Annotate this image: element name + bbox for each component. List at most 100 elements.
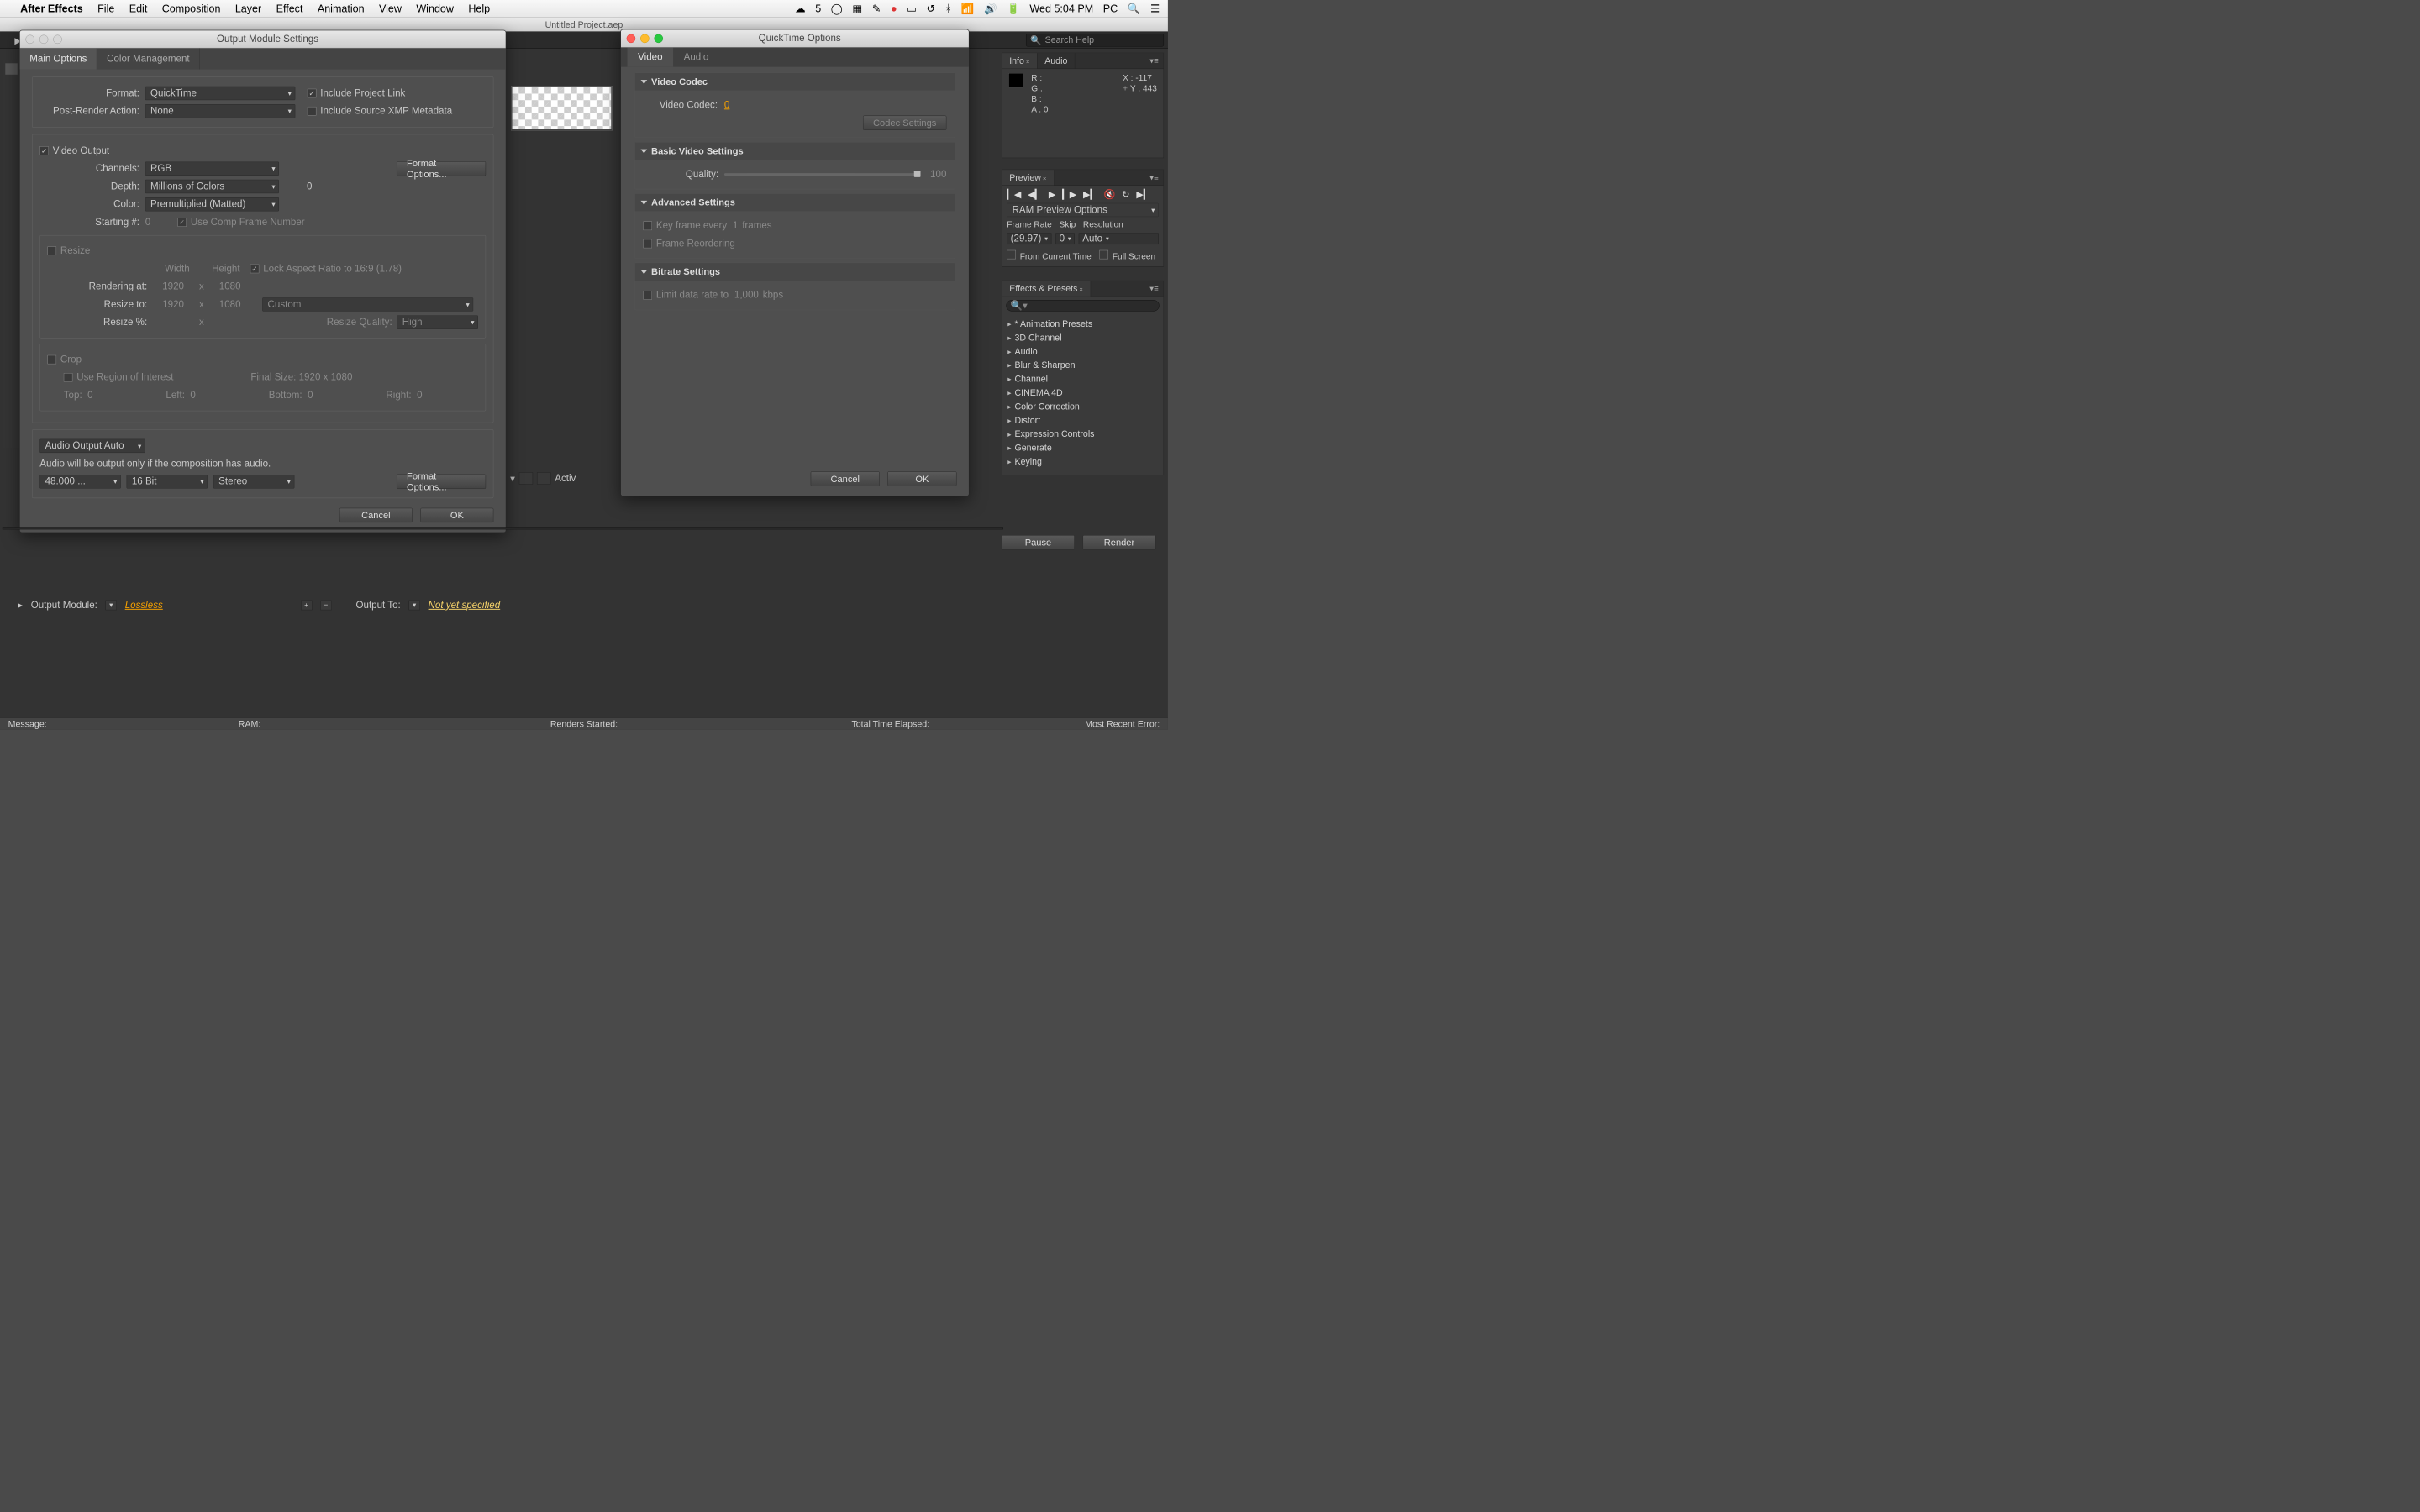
tab-audio[interactable]: Audio <box>1038 53 1076 68</box>
prev-frame-icon[interactable]: ◀▎ <box>1028 189 1042 200</box>
menu-view[interactable]: View <box>379 3 402 15</box>
effects-search[interactable]: 🔍▾ <box>1006 300 1159 312</box>
menu-effect[interactable]: Effect <box>276 3 303 15</box>
close-icon[interactable] <box>25 34 34 44</box>
codec-settings-button[interactable]: Codec Settings <box>863 116 946 130</box>
channels-select[interactable]: RGB <box>145 162 279 176</box>
post-render-select[interactable]: None <box>145 104 296 118</box>
minimize-icon[interactable] <box>39 34 49 44</box>
keyframe-checkbox[interactable] <box>643 221 652 230</box>
panel-menu-icon[interactable]: ▾≡ <box>1145 53 1164 68</box>
close-icon[interactable]: × <box>1079 286 1083 293</box>
record-icon[interactable]: ● <box>891 3 897 15</box>
qt-tab-audio[interactable]: Audio <box>673 47 719 66</box>
battery-icon[interactable]: 🔋 <box>1007 3 1020 15</box>
panel-menu-icon[interactable]: ▾≡ <box>1145 281 1164 296</box>
fx-item[interactable]: ▸* Animation Presets <box>1002 317 1164 330</box>
collapse-icon[interactable] <box>641 149 648 153</box>
search-help[interactable]: 🔍 Search Help <box>1026 34 1164 46</box>
display-icon[interactable]: ▭ <box>907 3 917 15</box>
quality-value[interactable]: 100 <box>930 169 946 181</box>
from-current-checkbox[interactable] <box>1007 250 1016 260</box>
add-button[interactable]: + <box>301 600 313 610</box>
ok-button[interactable]: OK <box>420 508 493 522</box>
notification-badge[interactable]: 5 <box>815 3 821 15</box>
spotlight-icon[interactable]: 🔍 <box>1128 3 1141 15</box>
zoom-icon[interactable] <box>53 34 62 44</box>
close-icon[interactable]: × <box>1043 175 1047 181</box>
output-to-value[interactable]: Not yet specified <box>429 600 501 612</box>
fx-item[interactable]: ▸CINEMA 4D <box>1002 386 1164 399</box>
ram-preview-select[interactable]: RAM Preview Options <box>1007 203 1158 217</box>
first-frame-icon[interactable]: ▎◀ <box>1007 189 1021 200</box>
starting-value[interactable]: 0 <box>145 217 178 228</box>
menu-edit[interactable]: Edit <box>129 3 148 15</box>
bluetooth-icon[interactable]: ᚼ <box>945 3 952 15</box>
volume-icon[interactable]: 🔊 <box>984 3 997 15</box>
depth-select[interactable]: Millions of Colors <box>145 180 279 193</box>
output-module-value[interactable]: Lossless <box>125 600 163 612</box>
fx-item[interactable]: ▸Distort <box>1002 413 1164 427</box>
limit-bitrate-checkbox[interactable] <box>643 291 652 300</box>
expand-icon[interactable]: ▸ <box>18 599 23 611</box>
video-output-checkbox[interactable]: ✓ <box>39 146 49 155</box>
app-name[interactable]: After Effects <box>20 3 83 15</box>
dialog-titlebar[interactable]: Output Module Settings <box>20 30 506 48</box>
clock[interactable]: Wed 5:04 PM <box>1029 3 1093 15</box>
tab-info[interactable]: Info× <box>1002 53 1038 68</box>
resize-checkbox[interactable] <box>47 246 56 255</box>
audio-output-select[interactable]: Audio Output Auto <box>39 439 145 453</box>
cancel-button[interactable]: Cancel <box>339 508 413 522</box>
sync-icon[interactable]: ↺ <box>927 3 936 15</box>
dialog-titlebar[interactable]: QuickTime Options <box>621 29 969 47</box>
menu-window[interactable]: Window <box>416 3 454 15</box>
dropdown-icon[interactable]: ▾ <box>106 600 118 610</box>
fx-item[interactable]: ▸Blur & Sharpen <box>1002 359 1164 372</box>
dropdown-icon[interactable]: ▾ <box>408 600 420 610</box>
loop-icon[interactable]: ↻ <box>1122 189 1129 200</box>
ram-preview-icon[interactable]: ▶▎ <box>1136 189 1150 200</box>
quality-slider[interactable] <box>724 173 918 176</box>
menu-composition[interactable]: Composition <box>162 3 221 15</box>
fx-item[interactable]: ▸Expression Controls <box>1002 428 1164 441</box>
framerate-select[interactable]: (29.97) <box>1007 233 1051 244</box>
play-icon[interactable]: ▶ <box>1049 189 1056 200</box>
color-select[interactable]: Premultiplied (Matted) <box>145 197 279 211</box>
app-icon[interactable]: ▦ <box>852 3 862 15</box>
qt-tab-video[interactable]: Video <box>628 47 674 66</box>
audio-rate-select[interactable]: 48.000 ... <box>39 475 121 488</box>
remove-button[interactable]: − <box>320 600 332 610</box>
codec-value[interactable]: 0 <box>724 99 729 111</box>
last-frame-icon[interactable]: ▶▎ <box>1083 189 1097 200</box>
qt-cancel-button[interactable]: Cancel <box>811 471 880 486</box>
close-icon[interactable]: × <box>1026 58 1030 65</box>
resize-quality-select[interactable]: High <box>397 315 478 328</box>
fx-item[interactable]: ▸3D Channel <box>1002 331 1164 344</box>
resolution-select[interactable]: Auto <box>1079 233 1159 244</box>
next-frame-icon[interactable]: ▎▶ <box>1062 189 1076 200</box>
menu-file[interactable]: File <box>97 3 114 15</box>
tab-preview[interactable]: Preview× <box>1002 170 1055 185</box>
fx-item[interactable]: ▸Color Correction <box>1002 400 1164 413</box>
fx-item[interactable]: ▸Channel <box>1002 372 1164 386</box>
qt-ok-button[interactable]: OK <box>887 471 956 486</box>
full-screen-checkbox[interactable] <box>1099 250 1108 260</box>
audio-channel-select[interactable]: Stereo <box>213 475 295 488</box>
close-icon[interactable] <box>627 34 636 43</box>
include-xmp-checkbox[interactable] <box>308 107 317 116</box>
menu-icon[interactable]: ☰ <box>1150 3 1160 15</box>
resize-custom-select[interactable]: Custom <box>262 297 473 311</box>
render-button[interactable]: Render <box>1083 535 1156 549</box>
skip-select[interactable]: 0 <box>1055 233 1075 244</box>
project-icon[interactable] <box>5 63 17 75</box>
fx-item[interactable]: ▸Generate <box>1002 441 1164 454</box>
tab-effects[interactable]: Effects & Presets× <box>1002 281 1092 296</box>
wifi-icon[interactable]: 📶 <box>961 3 975 15</box>
audio-bit-select[interactable]: 16 Bit <box>127 475 208 488</box>
user-menu[interactable]: PC <box>1103 3 1118 15</box>
minimize-icon[interactable] <box>640 34 650 43</box>
menu-animation[interactable]: Animation <box>318 3 365 15</box>
circle-icon[interactable]: ◯ <box>831 3 843 15</box>
crop-checkbox[interactable] <box>47 355 56 365</box>
audio-format-options-button[interactable]: Format Options... <box>397 475 486 489</box>
